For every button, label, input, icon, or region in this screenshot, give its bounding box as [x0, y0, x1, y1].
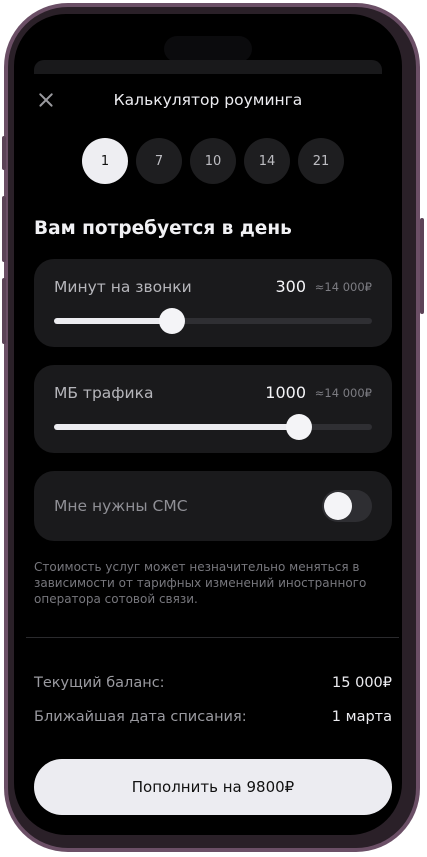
- days-selector: 1 7 10 14 21: [82, 138, 344, 184]
- dynamic-island: [164, 36, 252, 62]
- sms-label: Мне нужны СМС: [54, 497, 188, 515]
- day-option-21[interactable]: 21: [298, 138, 344, 184]
- traffic-value: 1000: [265, 383, 306, 402]
- traffic-label: МБ трафика: [54, 384, 154, 402]
- sms-toggle-knob: [324, 492, 352, 520]
- side-button-volume-down: [2, 278, 6, 344]
- day-option-7[interactable]: 7: [136, 138, 182, 184]
- minutes-slider-thumb[interactable]: [158, 308, 185, 334]
- page-title: Калькулятор роуминга: [113, 91, 303, 109]
- balance-label: Текущий баланс:: [34, 675, 165, 691]
- day-option-14[interactable]: 14: [244, 138, 290, 184]
- sms-card: Мне нужны СМС: [34, 471, 392, 541]
- section-title: Вам потребуется в день: [34, 218, 292, 239]
- charge-date-label: Ближайшая дата списания:: [34, 709, 247, 725]
- day-option-1[interactable]: 1: [82, 138, 128, 184]
- minutes-approx-cost: ≈14 000₽: [314, 280, 372, 294]
- minutes-slider[interactable]: [54, 308, 372, 334]
- disclaimer-note: Стоимость услуг может незначительно меня…: [34, 560, 367, 606]
- minutes-value: 300: [275, 277, 306, 296]
- side-button-action: [2, 136, 6, 170]
- balance-value: 15 000₽: [332, 675, 392, 691]
- traffic-slider-fill: [54, 424, 299, 430]
- sms-toggle[interactable]: [322, 490, 372, 522]
- sheet-background-edge: [34, 60, 382, 74]
- traffic-slider[interactable]: [54, 414, 372, 440]
- day-option-10[interactable]: 10: [190, 138, 236, 184]
- minutes-slider-fill: [54, 318, 172, 324]
- traffic-card: МБ трафика 1000 ≈14 000₽: [34, 365, 392, 453]
- minutes-label: Минут на звонки: [54, 278, 192, 296]
- traffic-slider-thumb[interactable]: [285, 414, 312, 440]
- minutes-card: Минут на звонки 300 ≈14 000₽: [34, 259, 392, 347]
- traffic-approx-cost: ≈14 000₽: [314, 386, 372, 400]
- side-button-power: [420, 218, 424, 314]
- side-button-volume-up: [2, 196, 6, 262]
- charge-date-value: 1 марта: [331, 709, 392, 725]
- screen: Калькулятор роуминга 1 7 10 14 21 Вам по…: [14, 14, 402, 835]
- top-up-button[interactable]: Пополнить на 9800₽: [34, 759, 392, 815]
- divider: [26, 637, 399, 638]
